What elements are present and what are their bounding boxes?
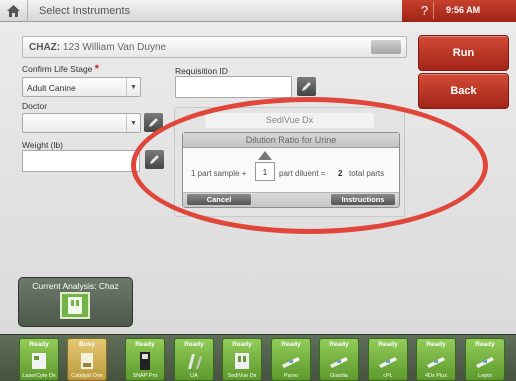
instrument-tile-4dx-plus[interactable]: Ready 4Dx Plus xyxy=(416,338,456,381)
snap-test-icon xyxy=(282,357,300,368)
cancel-button[interactable]: Cancel xyxy=(187,194,251,205)
snap-test-icon xyxy=(427,357,445,368)
instrument-status: Ready xyxy=(378,341,398,348)
chevron-down-icon: ▼ xyxy=(126,114,140,132)
instrument-name: SNAP Pro xyxy=(132,373,158,379)
patient-bar: CHAZ: 123 William Van Duyne xyxy=(22,36,407,58)
requisition-id-input[interactable] xyxy=(175,76,292,98)
instrument-status: Ready xyxy=(135,341,155,348)
pencil-icon xyxy=(150,155,159,164)
instrument-status: Ready xyxy=(29,341,49,348)
increment-arrow-icon[interactable] xyxy=(258,151,272,160)
page-title: Select Instruments xyxy=(39,5,131,17)
back-button[interactable]: Back xyxy=(418,73,509,109)
pencil-icon xyxy=(302,82,311,91)
sedivue-icon xyxy=(235,353,249,369)
instrument-tile-cpl[interactable]: Ready cPL xyxy=(368,338,408,381)
instrument-name: Parvo xyxy=(283,373,299,379)
dilution-suffix: total parts xyxy=(349,169,385,178)
current-analysis-card[interactable]: Current Analysis: Chaz xyxy=(18,277,133,327)
instrument-name: Giardia xyxy=(330,373,348,379)
instrument-tile-parvo[interactable]: Ready Parvo xyxy=(271,338,311,381)
instrument-status: Ready xyxy=(184,341,204,348)
instrument-name: Catalyst One xyxy=(71,373,103,379)
instrument-name: Lepto xyxy=(478,373,492,379)
life-stage-label: Confirm Life Stage * xyxy=(22,63,99,75)
doctor-label: Doctor xyxy=(22,101,48,111)
total-parts-value: 2 xyxy=(338,169,343,178)
sedivue-icon xyxy=(60,292,90,319)
top-bar: Select Instruments ? 9:56 AM xyxy=(0,0,516,22)
snap-test-icon xyxy=(379,357,397,368)
requisition-edit-button[interactable] xyxy=(297,77,316,96)
weight-edit-button[interactable] xyxy=(145,150,164,169)
urinalysis-icon xyxy=(188,354,202,369)
instrument-status: Busy xyxy=(79,341,95,348)
patient-name-label: CHAZ: xyxy=(29,42,61,53)
instrument-name: UA xyxy=(190,373,198,379)
run-button[interactable]: Run xyxy=(418,35,509,71)
pencil-icon xyxy=(149,118,158,127)
life-stage-label-text: Confirm Life Stage xyxy=(22,64,93,74)
sedivue-title: SediVue Dx xyxy=(205,113,374,128)
instrument-status: Ready xyxy=(281,341,301,348)
instrument-status: Ready xyxy=(329,341,349,348)
dilution-title: Dilution Ratio for Urine xyxy=(183,133,399,148)
instrument-name: SediVue Dx xyxy=(227,373,257,379)
snap-test-icon xyxy=(330,357,348,368)
snap-test-icon xyxy=(476,357,494,368)
life-stage-select[interactable]: Adult Canine ▼ xyxy=(22,77,141,97)
weight-label: Weight (lb) xyxy=(22,140,63,150)
patient-client-name: 123 William Van Duyne xyxy=(62,42,167,53)
instrument-tile-lepto[interactable]: Ready Lepto xyxy=(465,338,505,381)
home-button[interactable] xyxy=(0,0,28,22)
doctor-select[interactable]: ▼ xyxy=(22,113,141,133)
dilution-middle: part diluent = xyxy=(279,169,326,178)
instrument-status: Ready xyxy=(475,341,495,348)
diluent-parts-input[interactable]: 1 xyxy=(255,162,275,181)
snap-pro-icon xyxy=(140,352,150,370)
instrument-tile-sedivue[interactable]: Ready SediVue Dx xyxy=(222,338,262,381)
instrument-tile-ua[interactable]: Ready UA xyxy=(174,338,214,381)
instrument-status: Ready xyxy=(426,341,446,348)
patient-info: CHAZ: 123 William Van Duyne xyxy=(29,42,166,53)
instrument-status: Ready xyxy=(232,341,252,348)
instrument-name: cPL xyxy=(383,373,393,379)
doctor-edit-button[interactable] xyxy=(144,113,163,132)
required-marker: * xyxy=(94,63,100,75)
home-icon xyxy=(7,5,20,17)
dilution-ratio-dialog: Dilution Ratio for Urine 1 part sample +… xyxy=(182,132,400,208)
help-button[interactable]: ? xyxy=(416,2,434,19)
instructions-button[interactable]: Instructions xyxy=(331,194,395,205)
instrument-tile-lasercyte[interactable]: Ready LaserCyte Dx xyxy=(19,338,59,381)
current-analysis-title: Current Analysis: Chaz xyxy=(32,281,119,291)
catalyst-icon xyxy=(81,353,93,369)
instrument-name: LaserCyte Dx xyxy=(22,373,56,379)
dilution-prefix: 1 part sample + xyxy=(191,169,247,178)
instrument-tile-snap-pro[interactable]: Ready SNAP Pro xyxy=(125,338,165,381)
clock: 9:56 AM xyxy=(446,5,481,15)
instrument-tile-giardia[interactable]: Ready Giardia xyxy=(319,338,359,381)
life-stage-value: Adult Canine xyxy=(27,83,76,93)
instrument-name: 4Dx Plus xyxy=(424,373,447,379)
patient-edit-button[interactable] xyxy=(371,40,401,54)
chevron-down-icon: ▼ xyxy=(126,78,140,96)
weight-input[interactable] xyxy=(22,150,140,172)
instrument-tile-catalyst[interactable]: Busy Catalyst One xyxy=(67,338,107,381)
requisition-id-label: Requisition ID xyxy=(175,66,228,76)
lasercyte-icon xyxy=(32,353,46,369)
